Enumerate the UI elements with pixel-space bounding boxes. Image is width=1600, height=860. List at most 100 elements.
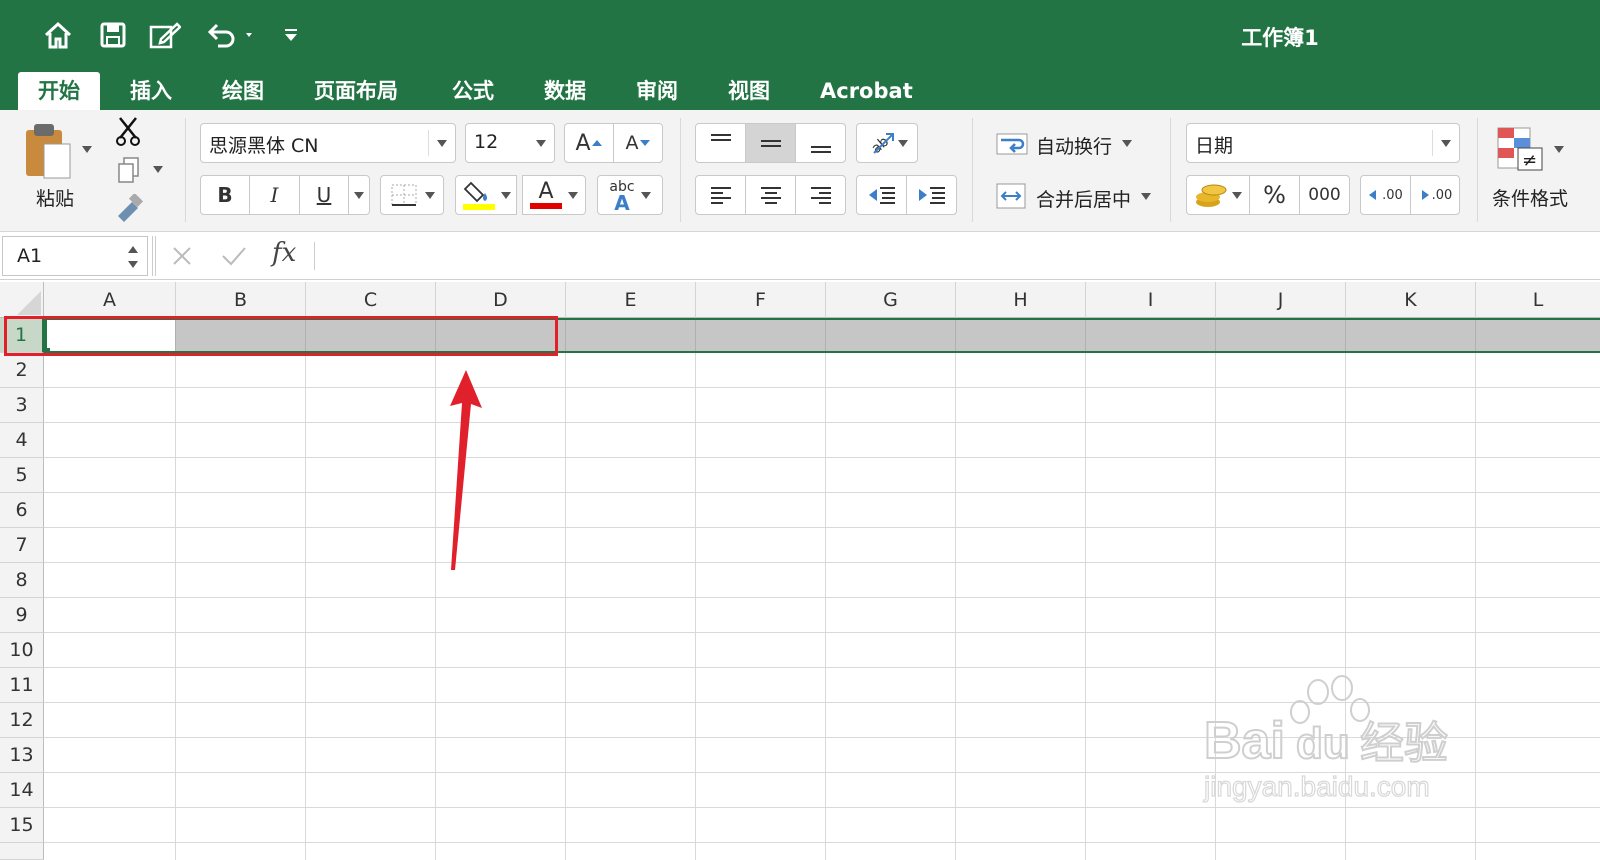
save-icon[interactable] [96,18,130,52]
number-format-value: 日期 [1195,135,1234,157]
row-header-11[interactable]: 11 [0,668,44,703]
insert-function-button[interactable]: fx [272,238,296,268]
column-header-f[interactable]: F [696,282,826,318]
row-header-2[interactable]: 2 [0,353,44,388]
font-size-select[interactable]: 12 [465,123,555,163]
number-format-select[interactable]: 日期 [1186,123,1460,163]
wrap-text-label[interactable]: 自动换行 [1036,132,1112,159]
row-header-8[interactable]: 8 [0,563,44,598]
edit-icon[interactable] [146,18,184,52]
wrap-text-icon[interactable] [995,130,1031,162]
customize-icon[interactable] [278,18,304,52]
column-header-g[interactable]: G [826,282,956,318]
enter-check-icon[interactable] [220,244,248,268]
align-bottom-button[interactable] [795,123,846,163]
underline-dropdown[interactable] [348,175,370,215]
align-right-button[interactable] [795,175,846,215]
comma-style-button[interactable]: 000 [1299,175,1350,215]
row-header-13[interactable]: 13 [0,738,44,773]
conditional-format-icon[interactable]: ≠ [1494,124,1548,178]
underline-button[interactable]: U [299,175,349,215]
fill-color-button[interactable] [455,175,517,215]
align-center-button[interactable] [745,175,796,215]
align-top-icon [710,134,731,141]
column-header-i[interactable]: I [1086,282,1216,318]
row-header-6[interactable]: 6 [0,493,44,528]
undo-icon[interactable] [202,18,260,52]
row-header-12[interactable]: 12 [0,703,44,738]
row-header-9[interactable]: 9 [0,598,44,633]
borders-button[interactable] [380,175,444,215]
tab-home[interactable]: 开始 [18,72,100,110]
row-header-15[interactable]: 15 [0,808,44,843]
increase-indent-button[interactable] [906,175,957,215]
tab-data[interactable]: 数据 [524,72,606,110]
column-header-d[interactable]: D [436,282,566,318]
tab-review[interactable]: 审阅 [616,72,698,110]
align-left-button[interactable] [695,175,746,215]
increase-font-size-glyph: A [575,130,591,156]
italic-button[interactable]: I [249,175,300,215]
row-header-16[interactable] [0,843,44,860]
decrease-font-size-button[interactable]: A [613,123,663,163]
row-header-7[interactable]: 7 [0,528,44,563]
chevron-down-icon [568,191,578,199]
column-header-b[interactable]: B [176,282,306,318]
merge-center-dropdown-icon[interactable] [1141,193,1151,200]
copy-icon[interactable] [116,156,142,188]
decrease-decimal-button[interactable]: .00 [1410,175,1460,215]
conditional-format-dropdown-icon[interactable] [1554,146,1564,153]
increase-font-size-button[interactable]: A [564,123,614,163]
percent-button[interactable]: % [1249,175,1300,215]
select-all-corner[interactable] [0,282,44,318]
tab-insert[interactable]: 插入 [110,72,192,110]
title-bar: 工作簿1 [0,0,1600,68]
paste-dropdown-icon[interactable] [82,146,92,153]
tab-draw[interactable]: 绘图 [202,72,284,110]
phonetic-button[interactable]: abc A [597,175,663,215]
column-header-k[interactable]: K [1346,282,1476,318]
tab-page-layout[interactable]: 页面布局 [294,72,418,110]
column-header-h[interactable]: H [956,282,1086,318]
bold-button[interactable]: B [200,175,250,215]
wrap-text-dropdown-icon[interactable] [1122,140,1132,147]
arrow-up-icon [591,140,602,146]
row-header-10[interactable]: 10 [0,633,44,668]
name-box[interactable]: A1 [2,236,148,276]
cancel-icon[interactable] [170,244,194,268]
tab-view[interactable]: 视图 [708,72,790,110]
merge-center-icon[interactable] [995,182,1027,214]
row-header-14[interactable]: 14 [0,773,44,808]
format-painter-icon[interactable] [114,192,144,226]
cut-icon[interactable] [114,116,142,150]
align-right-icon [810,187,831,204]
formula-input[interactable] [326,238,1596,274]
tab-acrobat[interactable]: Acrobat [800,72,933,110]
home-icon[interactable] [40,18,76,52]
align-middle-button[interactable] [745,123,796,163]
orientation-button[interactable]: ab [856,123,918,163]
row-header-5[interactable]: 5 [0,458,44,493]
font-size-value: 12 [474,131,499,153]
copy-dropdown-icon[interactable] [153,166,163,173]
font-name-value: 思源黑体 CN [209,135,319,157]
font-name-select[interactable]: 思源黑体 CN [200,123,456,163]
row-header-3[interactable]: 3 [0,388,44,423]
font-color-button[interactable]: A [522,175,586,215]
column-header-j[interactable]: J [1216,282,1346,318]
font-name-dropdown-icon [437,140,447,147]
decrease-indent-button[interactable] [856,175,907,215]
increase-decimal-button[interactable]: .00 [1360,175,1411,215]
paste-icon[interactable] [22,122,74,182]
row-header-4[interactable]: 4 [0,423,44,458]
tab-formulas[interactable]: 公式 [432,72,514,110]
accounting-format-button[interactable] [1186,175,1250,215]
column-header-l[interactable]: L [1476,282,1600,318]
merge-center-label[interactable]: 合并后居中 [1036,185,1131,212]
column-header-e[interactable]: E [566,282,696,318]
name-box-stepper-icon[interactable] [127,243,139,271]
column-header-a[interactable]: A [44,282,176,318]
column-header-c[interactable]: C [306,282,436,318]
conditional-format-label[interactable]: 条件格式 [1492,184,1568,211]
align-top-button[interactable] [695,123,746,163]
